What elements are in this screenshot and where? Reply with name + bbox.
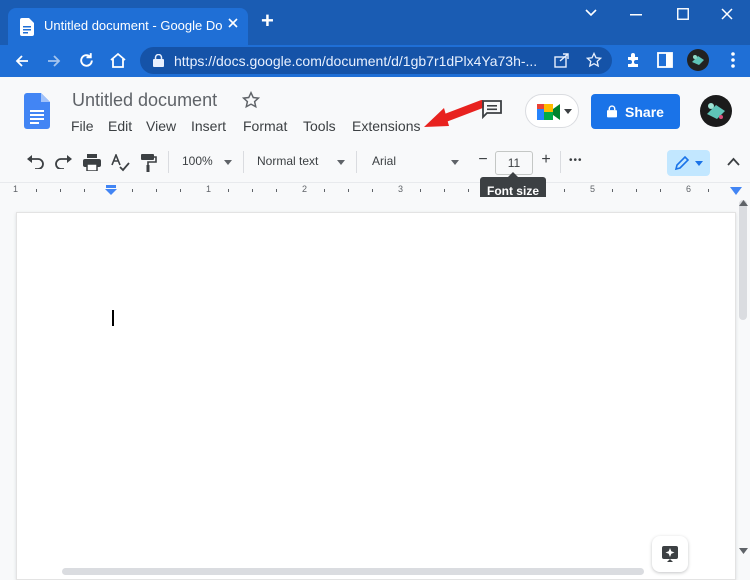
url-text: https://docs.google.com/document/d/1gb7r… — [174, 53, 538, 69]
explore-sparkle-icon — [661, 545, 679, 563]
menu-extensions[interactable]: Extensions — [352, 118, 420, 134]
browser-menu-icon[interactable] — [731, 52, 735, 68]
spellcheck-icon[interactable] — [111, 154, 131, 172]
home-icon[interactable] — [109, 52, 127, 69]
pencil-icon — [674, 155, 689, 171]
lock-icon[interactable] — [153, 54, 164, 67]
side-panel-icon[interactable] — [657, 52, 673, 68]
docs-logo-icon[interactable] — [24, 93, 50, 129]
close-window-icon[interactable] — [721, 8, 733, 20]
explore-button[interactable] — [652, 536, 688, 572]
text-cursor — [112, 310, 114, 326]
menu-edit[interactable]: Edit — [108, 118, 132, 134]
menu-view[interactable]: View — [146, 118, 176, 134]
account-avatar[interactable] — [700, 95, 732, 127]
share-button[interactable]: Share — [591, 94, 680, 129]
paint-format-icon[interactable] — [141, 154, 157, 172]
menu-tools[interactable]: Tools — [303, 118, 336, 134]
address-bar[interactable]: https://docs.google.com/document/d/1gb7r… — [140, 47, 612, 74]
zoom-dropdown-icon[interactable] — [224, 160, 232, 165]
menu-insert[interactable]: Insert — [191, 118, 226, 134]
toolbar-divider — [356, 151, 357, 173]
redo-icon[interactable] — [55, 155, 73, 169]
more-options-button[interactable]: ••• — [569, 155, 583, 166]
star-icon[interactable] — [242, 91, 260, 109]
tab-title: Untitled document - Google Doc — [44, 18, 222, 33]
extensions-puzzle-icon[interactable] — [625, 52, 642, 69]
horizontal-scrollbar[interactable] — [62, 568, 644, 575]
docs-favicon-icon — [20, 18, 34, 36]
tooltip-text: Font size — [486, 184, 539, 198]
tab-close-icon[interactable] — [226, 16, 240, 30]
profile-avatar[interactable] — [687, 49, 709, 71]
comments-icon[interactable] — [481, 99, 503, 119]
zoom-select[interactable]: 100% — [182, 154, 213, 168]
hide-menus-chevron-icon[interactable] — [727, 157, 740, 166]
meet-dropdown-icon — [564, 109, 572, 114]
reload-icon[interactable] — [78, 52, 95, 69]
annotation-arrow-icon — [420, 100, 484, 134]
font-size-decrease-button[interactable]: − — [472, 151, 494, 169]
mode-dropdown-icon — [695, 160, 703, 166]
editing-mode-button[interactable] — [667, 150, 710, 176]
font-dropdown-icon[interactable] — [451, 160, 459, 165]
font-size-value: 11 — [507, 156, 521, 170]
bookmark-star-icon[interactable] — [586, 52, 602, 68]
chevron-down-icon[interactable] — [584, 8, 598, 18]
vertical-scrollbar[interactable] — [739, 200, 747, 320]
scroll-up-arrow-icon[interactable] — [739, 200, 748, 206]
scroll-down-arrow-icon[interactable] — [739, 548, 748, 554]
toolbar-divider — [168, 151, 169, 173]
menu-file[interactable]: File — [71, 118, 94, 134]
maximize-icon[interactable] — [677, 8, 689, 20]
browser-tab[interactable]: Untitled document - Google Doc — [8, 8, 248, 45]
paragraph-style-select[interactable]: Normal text — [257, 154, 318, 168]
font-size-increase-button[interactable]: + — [535, 151, 557, 169]
share-lock-icon — [607, 105, 618, 118]
new-tab-button[interactable]: + — [261, 10, 274, 32]
back-arrow-icon[interactable] — [14, 53, 30, 69]
toolbar-divider — [560, 151, 561, 173]
meet-camera-icon — [537, 102, 561, 122]
menu-format[interactable]: Format — [243, 118, 287, 134]
undo-icon[interactable] — [26, 155, 44, 169]
document-title[interactable]: Untitled document — [72, 90, 217, 111]
style-dropdown-icon[interactable] — [337, 160, 345, 165]
font-family-select[interactable]: Arial — [372, 154, 396, 168]
right-indent-marker-icon[interactable] — [730, 187, 742, 195]
meet-button[interactable] — [525, 94, 579, 128]
forward-arrow-icon[interactable] — [46, 53, 62, 69]
left-indent-marker-icon[interactable] — [105, 185, 117, 195]
document-page[interactable] — [16, 212, 736, 580]
minimize-icon[interactable] — [630, 14, 642, 16]
share-page-icon[interactable] — [553, 52, 570, 69]
toolbar-divider — [243, 151, 244, 173]
share-label: Share — [625, 103, 664, 120]
print-icon[interactable] — [83, 154, 101, 171]
